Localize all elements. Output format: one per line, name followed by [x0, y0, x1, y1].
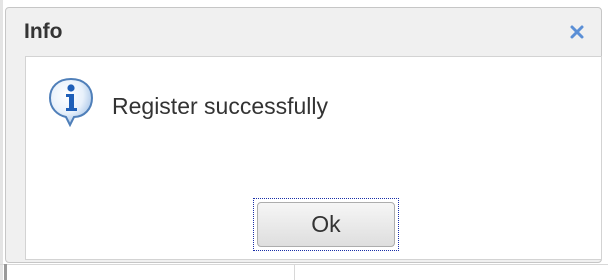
background-bottom-border: [0, 264, 608, 265]
close-icon[interactable]: [567, 22, 587, 42]
info-dialog: Info Register successfully Ok: [5, 7, 602, 263]
dialog-title: Info: [24, 20, 63, 43]
background-edge-marker: [4, 264, 7, 280]
background-column-divider: [294, 264, 295, 280]
ok-button-focus-ring: Ok: [253, 198, 399, 251]
dialog-message: Register successfully: [112, 93, 329, 119]
dialog-header[interactable]: Info: [6, 8, 601, 56]
info-icon: [48, 77, 94, 128]
background-left-border: [0, 0, 3, 280]
dialog-body: Register successfully Ok: [25, 56, 602, 260]
ok-button[interactable]: Ok: [257, 202, 395, 247]
